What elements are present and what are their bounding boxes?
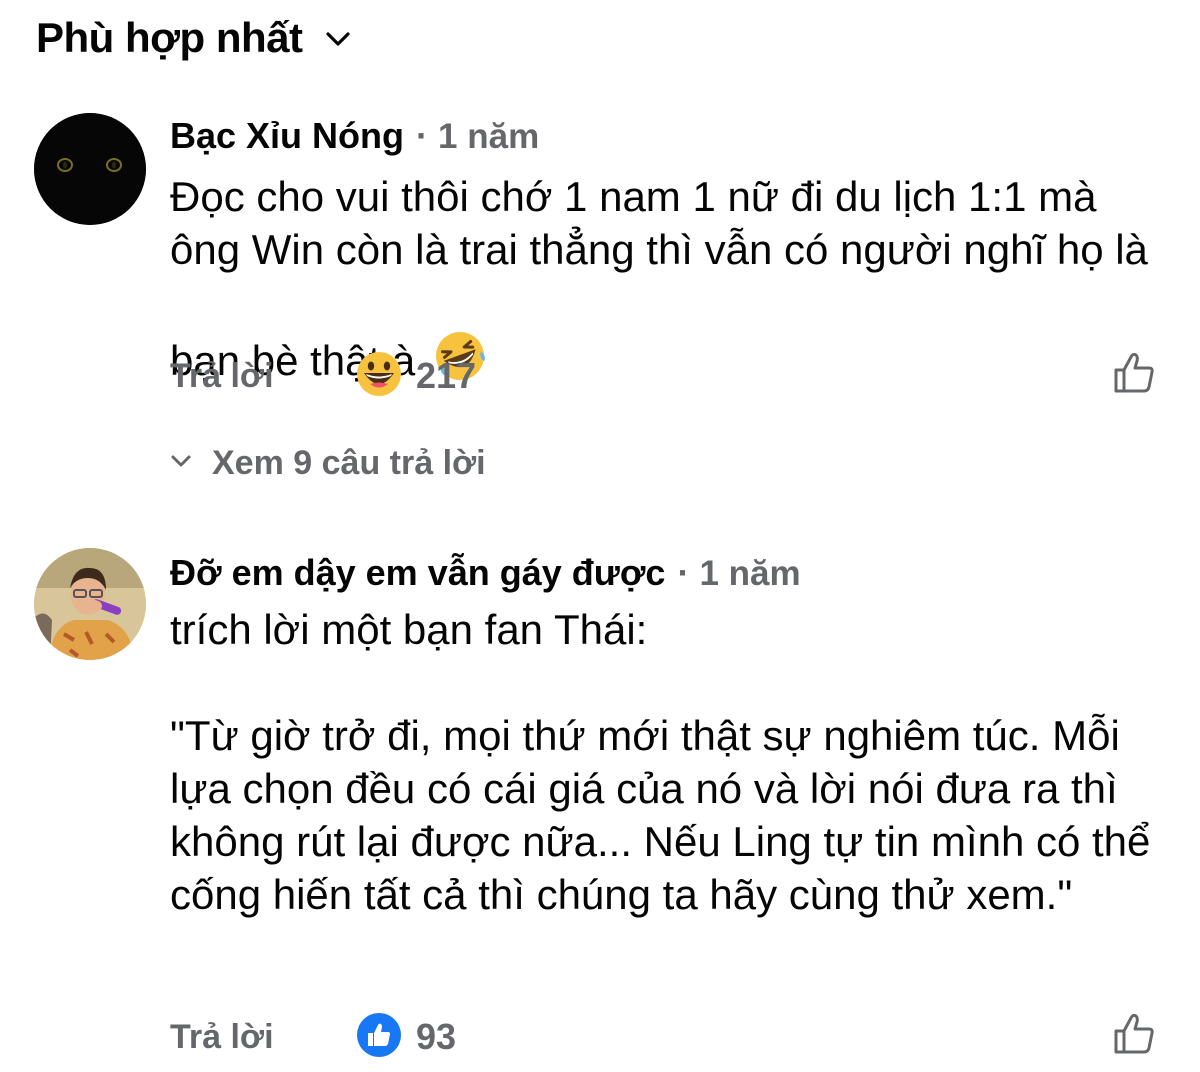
comment-timestamp[interactable]: 1 năm <box>438 117 539 157</box>
chevron-down-icon <box>325 31 351 52</box>
haha-reaction-icon <box>356 351 402 402</box>
black-cat-avatar-image <box>34 113 146 225</box>
sort-label: Phù hợp nhất <box>36 14 303 61</box>
view-replies-button[interactable]: Xem 9 câu trả lời <box>170 444 486 483</box>
reaction-count: 93 <box>416 1016 457 1057</box>
reaction-summary[interactable]: 217 <box>356 351 476 402</box>
meta-separator: · <box>416 115 429 156</box>
comment-author[interactable]: Đỡ em dậy em vẫn gáy được <box>170 552 665 594</box>
like-reaction-icon <box>356 1012 402 1063</box>
reaction-summary[interactable]: 93 <box>356 1012 456 1063</box>
like-button[interactable] <box>1112 1012 1156 1061</box>
meta-separator: · <box>677 552 690 593</box>
reply-link[interactable]: Trả lời <box>170 1018 274 1057</box>
comment-timestamp[interactable]: 1 năm <box>699 554 800 594</box>
sort-dropdown[interactable]: Phù hợp nhất <box>36 14 351 62</box>
thumbs-up-icon <box>1114 352 1154 393</box>
comment-body: trích lời một bạn fan Thái: "Từ giờ trở … <box>170 606 1151 918</box>
avatar[interactable] <box>34 548 146 660</box>
reaction-count: 217 <box>416 355 477 396</box>
avatar[interactable] <box>34 113 146 225</box>
view-replies-label: Xem 9 câu trả lời <box>212 444 486 482</box>
comment-author[interactable]: Bạc Xỉu Nóng <box>170 115 404 157</box>
thumbs-up-icon <box>1114 1013 1154 1054</box>
like-button[interactable] <box>1112 351 1156 400</box>
singer-avatar-image <box>34 548 146 660</box>
chevron-down-icon <box>170 454 192 473</box>
reply-link[interactable]: Trả lời <box>170 357 274 396</box>
